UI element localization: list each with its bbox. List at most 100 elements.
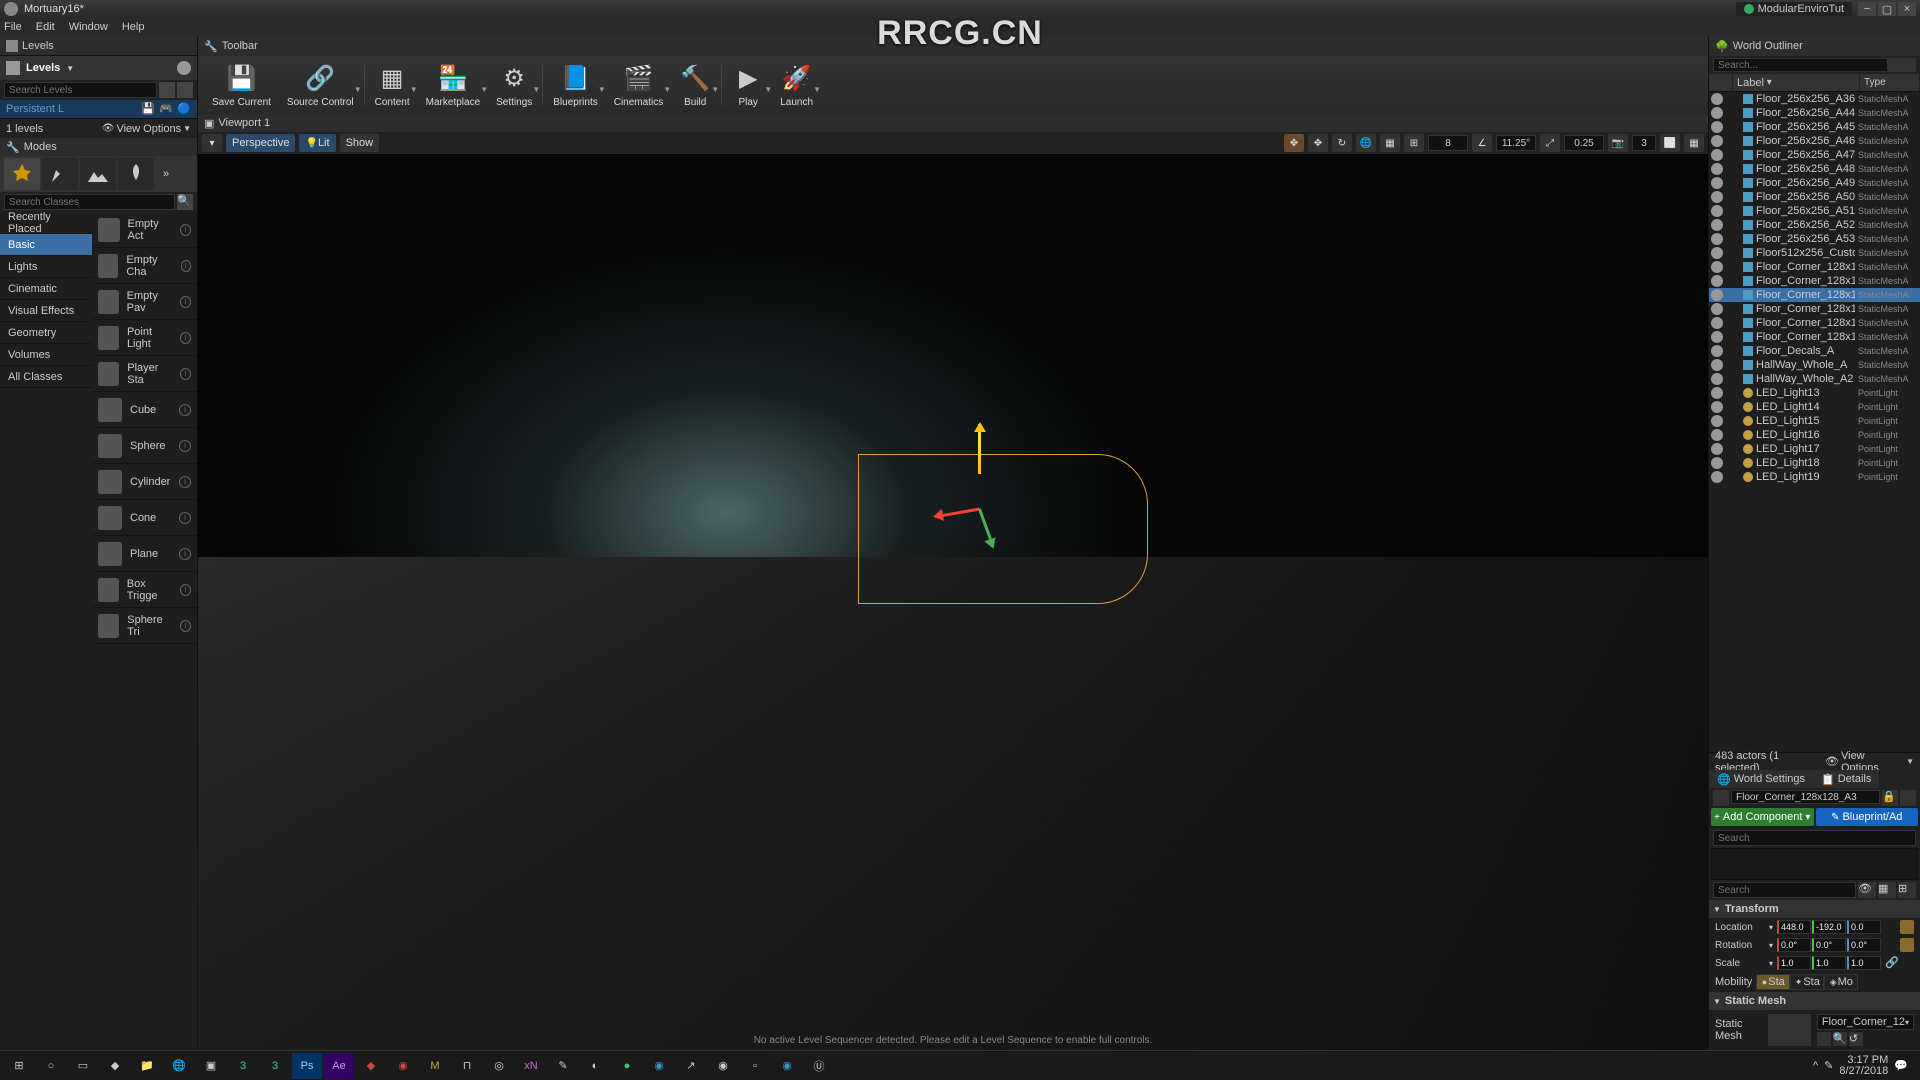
visibility-icon[interactable]	[1711, 121, 1723, 133]
toolbar-content[interactable]: ▦Content▼	[367, 61, 418, 110]
visibility-icon[interactable]	[1711, 443, 1723, 455]
outliner-row[interactable]: Floor_256x256_A50StaticMeshA	[1709, 190, 1920, 204]
location-reset[interactable]	[1900, 920, 1914, 934]
taskbar-app-3[interactable]: ▣	[196, 1053, 226, 1079]
outliner-col-label[interactable]: Label ▾	[1733, 74, 1860, 91]
taskbar-app-1[interactable]: ◆	[100, 1053, 130, 1079]
level-item[interactable]: Persistent L 💾 🎮 🔵	[0, 100, 197, 118]
visibility-icon[interactable]	[1711, 107, 1723, 119]
task-view[interactable]: ▭	[68, 1053, 98, 1079]
outliner-col-type[interactable]: Type	[1860, 74, 1920, 91]
category-item[interactable]: Lights	[0, 256, 92, 278]
taskbar-app-10[interactable]: ✎	[548, 1053, 578, 1079]
place-item[interactable]: Sphere Trii	[92, 608, 197, 644]
viewport-layout[interactable]: ▦	[1684, 134, 1704, 152]
details-search-input[interactable]	[1713, 882, 1856, 898]
viewport-options[interactable]: ▾	[202, 134, 222, 152]
visibility-icon[interactable]	[1711, 331, 1723, 343]
taskbar-app-5[interactable]: ◉	[388, 1053, 418, 1079]
visibility-icon[interactable]	[1711, 219, 1723, 231]
levels-view-options[interactable]: 👁 View Options ▼	[102, 123, 191, 135]
location-z[interactable]	[1847, 920, 1881, 934]
mesh-use-icon[interactable]	[1817, 1032, 1831, 1046]
level-save-icon[interactable]: 💾	[141, 102, 155, 116]
blueprint-button[interactable]: ✎ Blueprint/Ad	[1816, 808, 1919, 826]
taskbar-photoshop[interactable]: Ps	[292, 1053, 322, 1079]
actor-name-input[interactable]	[1731, 790, 1880, 804]
visibility-icon[interactable]	[1711, 415, 1723, 427]
tray-pen-icon[interactable]: ✎	[1824, 1059, 1833, 1072]
visibility-icon[interactable]	[1711, 191, 1723, 203]
mesh-picker[interactable]: Floor_Corner_12▾	[1817, 1014, 1914, 1030]
static-mesh-header[interactable]: ▼Static Mesh	[1709, 992, 1920, 1010]
outliner-row[interactable]: Floor512x256_CustomStaticMeshA	[1709, 246, 1920, 260]
details-tab[interactable]: 📋Details	[1813, 770, 1879, 788]
outliner-row[interactable]: Floor_Corner_128x128StaticMeshA	[1709, 274, 1920, 288]
mesh-thumbnail[interactable]	[1768, 1014, 1811, 1046]
maximize-button[interactable]: ▢	[1878, 2, 1896, 16]
rotation-x[interactable]	[1777, 938, 1811, 952]
visibility-icon[interactable]	[1711, 149, 1723, 161]
search-icon[interactable]: 🔍	[177, 194, 193, 210]
place-item[interactable]: Conei	[92, 500, 197, 536]
grid-snap[interactable]: ⊞	[1404, 134, 1424, 152]
menu-file[interactable]: File	[4, 21, 22, 33]
toolbar-play[interactable]: ▶Play▼	[724, 61, 772, 110]
modes-tab[interactable]: 🔧Modes	[0, 138, 197, 156]
toolbar-cinematics[interactable]: 🎬Cinematics▼	[606, 61, 671, 110]
rotation-y[interactable]	[1812, 938, 1846, 952]
outliner-row[interactable]: Floor_256x256_A53StaticMeshA	[1709, 232, 1920, 246]
info-icon[interactable]: i	[180, 368, 191, 380]
visibility-icon[interactable]	[1711, 93, 1723, 105]
mode-more[interactable]: »	[156, 168, 176, 180]
taskbar-app-12[interactable]: ◉	[644, 1053, 674, 1079]
location-y[interactable]	[1812, 920, 1846, 934]
outliner-filter-icon[interactable]	[1888, 58, 1902, 72]
outliner-row[interactable]: Floor_256x256_A49StaticMeshA	[1709, 176, 1920, 190]
toolbar-launch[interactable]: 🚀Launch▼	[772, 61, 821, 110]
details-expand-icon[interactable]: ⊞	[1898, 882, 1916, 898]
mobility-stationary[interactable]: ✦ Sta	[1790, 974, 1824, 990]
visibility-icon[interactable]	[1711, 387, 1723, 399]
transform-rotate[interactable]: ↻	[1332, 134, 1352, 152]
outliner-row[interactable]: LED_Light16PointLight	[1709, 428, 1920, 442]
transform-select[interactable]: ✥	[1284, 134, 1304, 152]
category-item[interactable]: Volumes	[0, 344, 92, 366]
outliner-row[interactable]: Floor_256x256_A45StaticMeshA	[1709, 120, 1920, 134]
place-item[interactable]: Empty Chai	[92, 248, 197, 284]
add-level-icon[interactable]	[177, 82, 193, 98]
place-item[interactable]: Cubei	[92, 392, 197, 428]
outliner-row[interactable]: HallWay_Whole_AStaticMeshA	[1709, 358, 1920, 372]
category-item[interactable]: Visual Effects	[0, 300, 92, 322]
taskbar-app-8[interactable]: ◎	[484, 1053, 514, 1079]
scale-z[interactable]	[1847, 956, 1881, 970]
gizmo-y-axis[interactable]	[978, 424, 981, 474]
project-badge[interactable]: ModularEnviroTut	[1736, 2, 1852, 16]
level-color-icon[interactable]: 🔵	[177, 102, 191, 116]
place-item[interactable]: Cylinderi	[92, 464, 197, 500]
outliner-row[interactable]: Floor_256x256_A44StaticMeshA	[1709, 106, 1920, 120]
classes-search-input[interactable]	[4, 194, 175, 210]
menu-edit[interactable]: Edit	[36, 21, 55, 33]
camera-speed-icon[interactable]: 📷	[1608, 134, 1628, 152]
outliner-add-icon[interactable]	[1902, 58, 1916, 72]
visibility-icon[interactable]	[1711, 247, 1723, 259]
taskbar-app-2[interactable]: 📁	[132, 1053, 162, 1079]
mode-place[interactable]	[4, 158, 40, 190]
taskbar-3dsmax[interactable]: 3	[228, 1053, 258, 1079]
taskbar-app-11[interactable]: ◐	[580, 1053, 610, 1079]
place-item[interactable]: Empty Acti	[92, 212, 197, 248]
visibility-icon[interactable]	[1711, 233, 1723, 245]
angle-size[interactable]	[1496, 135, 1536, 151]
category-item[interactable]: Geometry	[0, 322, 92, 344]
info-icon[interactable]: i	[179, 548, 191, 560]
outliner-row[interactable]: Floor_Decals_AStaticMeshA	[1709, 344, 1920, 358]
taskbar-spotify[interactable]: ●	[612, 1053, 642, 1079]
tray-notifications[interactable]: 💬	[1894, 1059, 1908, 1072]
visibility-icon[interactable]	[1711, 457, 1723, 469]
visibility-icon[interactable]	[1711, 303, 1723, 315]
visibility-icon[interactable]	[1711, 317, 1723, 329]
visibility-icon[interactable]	[1711, 275, 1723, 287]
info-icon[interactable]: i	[180, 224, 191, 236]
outliner-col-vis[interactable]	[1709, 74, 1733, 91]
